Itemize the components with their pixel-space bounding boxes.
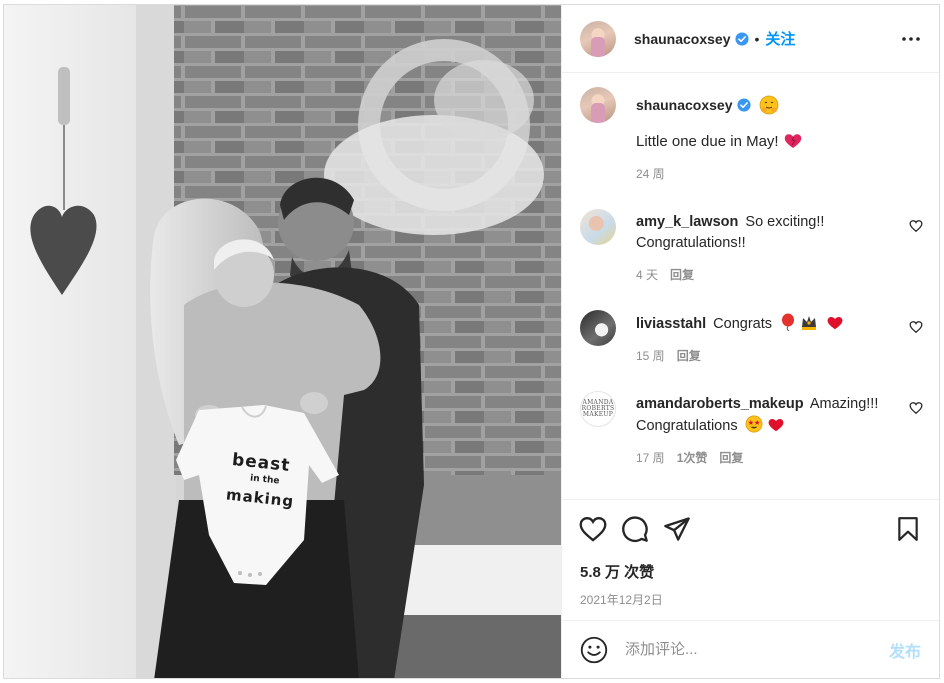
star-struck-emoji-icon bbox=[745, 415, 763, 433]
comment-item: amy_k_lawson So exciting!! Congratulatio… bbox=[580, 209, 923, 283]
reply-button[interactable]: 回复 bbox=[719, 449, 743, 466]
reply-button[interactable]: 回复 bbox=[670, 266, 694, 283]
commenter-avatar[interactable]: AMANDA ROBERTS MAKEUP bbox=[580, 391, 616, 427]
comment-text: Congrats bbox=[713, 316, 772, 332]
comment-like-heart-icon[interactable] bbox=[909, 320, 923, 334]
commenter-avatar[interactable] bbox=[580, 310, 616, 346]
author-username[interactable]: shaunacoxsey bbox=[634, 31, 731, 47]
post-side-panel: shaunacoxsey • 关注 shaunacoxsey Little on… bbox=[561, 5, 939, 678]
likes-count[interactable]: 5.8 万 次赞 bbox=[562, 557, 939, 582]
commenter-username[interactable]: liviasstahl bbox=[636, 316, 706, 332]
commenter-username[interactable]: amy_k_lawson bbox=[636, 214, 738, 230]
caption-time[interactable]: 24 周 bbox=[636, 165, 665, 182]
heart-icon[interactable] bbox=[578, 514, 608, 544]
reply-button[interactable]: 回复 bbox=[677, 347, 701, 364]
author-avatar[interactable] bbox=[580, 20, 616, 57]
red-heart-emoji-icon bbox=[827, 316, 843, 330]
verified-badge-icon bbox=[736, 98, 751, 112]
action-bar bbox=[562, 499, 939, 557]
caption: shaunacoxsey Little one due in May! 24 周 bbox=[580, 87, 923, 182]
post-photo[interactable]: beast in the making bbox=[4, 5, 561, 678]
avatar-logo-text: AMANDA ROBERTS MAKEUP bbox=[581, 399, 615, 418]
hugging-face-emoji-icon bbox=[759, 95, 778, 115]
add-comment-bar: 发布 bbox=[562, 620, 939, 678]
photo-illustration bbox=[4, 5, 561, 678]
comment-like-heart-icon[interactable] bbox=[909, 401, 923, 415]
comment-icon[interactable] bbox=[620, 514, 650, 544]
post-comment-button[interactable]: 发布 bbox=[889, 638, 921, 662]
comment-input[interactable] bbox=[625, 641, 889, 658]
comment-like-heart-icon[interactable] bbox=[909, 219, 923, 233]
comment-likes-count[interactable]: 1次赞 bbox=[677, 449, 708, 466]
comment-time[interactable]: 17 周 bbox=[636, 449, 665, 466]
balloon-emoji-icon bbox=[782, 313, 795, 331]
comment-time[interactable]: 15 周 bbox=[636, 347, 665, 364]
separator-dot: • bbox=[754, 30, 760, 47]
post-modal: beast in the making shaunacoxsey • 关注 sh… bbox=[3, 4, 940, 679]
heart-emoji-icon bbox=[784, 134, 802, 148]
caption-avatar[interactable] bbox=[580, 87, 616, 123]
more-options-icon[interactable] bbox=[899, 27, 923, 51]
comment-time[interactable]: 4 天 bbox=[636, 266, 658, 283]
crown-emoji-icon bbox=[802, 316, 817, 330]
caption-text: Little one due in May! bbox=[636, 133, 779, 150]
post-header: shaunacoxsey • 关注 bbox=[562, 5, 939, 73]
share-icon[interactable] bbox=[662, 514, 692, 544]
commenter-avatar[interactable] bbox=[580, 209, 616, 245]
follow-button[interactable]: 关注 bbox=[765, 28, 795, 49]
caption-username[interactable]: shaunacoxsey bbox=[636, 97, 733, 113]
comment-item: AMANDA ROBERTS MAKEUP amandaroberts_make… bbox=[580, 391, 923, 466]
bookmark-icon[interactable] bbox=[893, 514, 923, 544]
commenter-username[interactable]: amandaroberts_makeup bbox=[636, 396, 804, 412]
verified-badge-icon bbox=[734, 31, 749, 46]
post-date[interactable]: 2021年12月2日 bbox=[562, 582, 939, 620]
emoji-smile-icon[interactable] bbox=[580, 636, 608, 664]
red-heart-emoji-icon bbox=[768, 418, 784, 432]
comment-item: liviasstahl Congrats 15 周 回复 bbox=[580, 310, 923, 364]
comments-list[interactable]: shaunacoxsey Little one due in May! 24 周… bbox=[562, 73, 939, 499]
